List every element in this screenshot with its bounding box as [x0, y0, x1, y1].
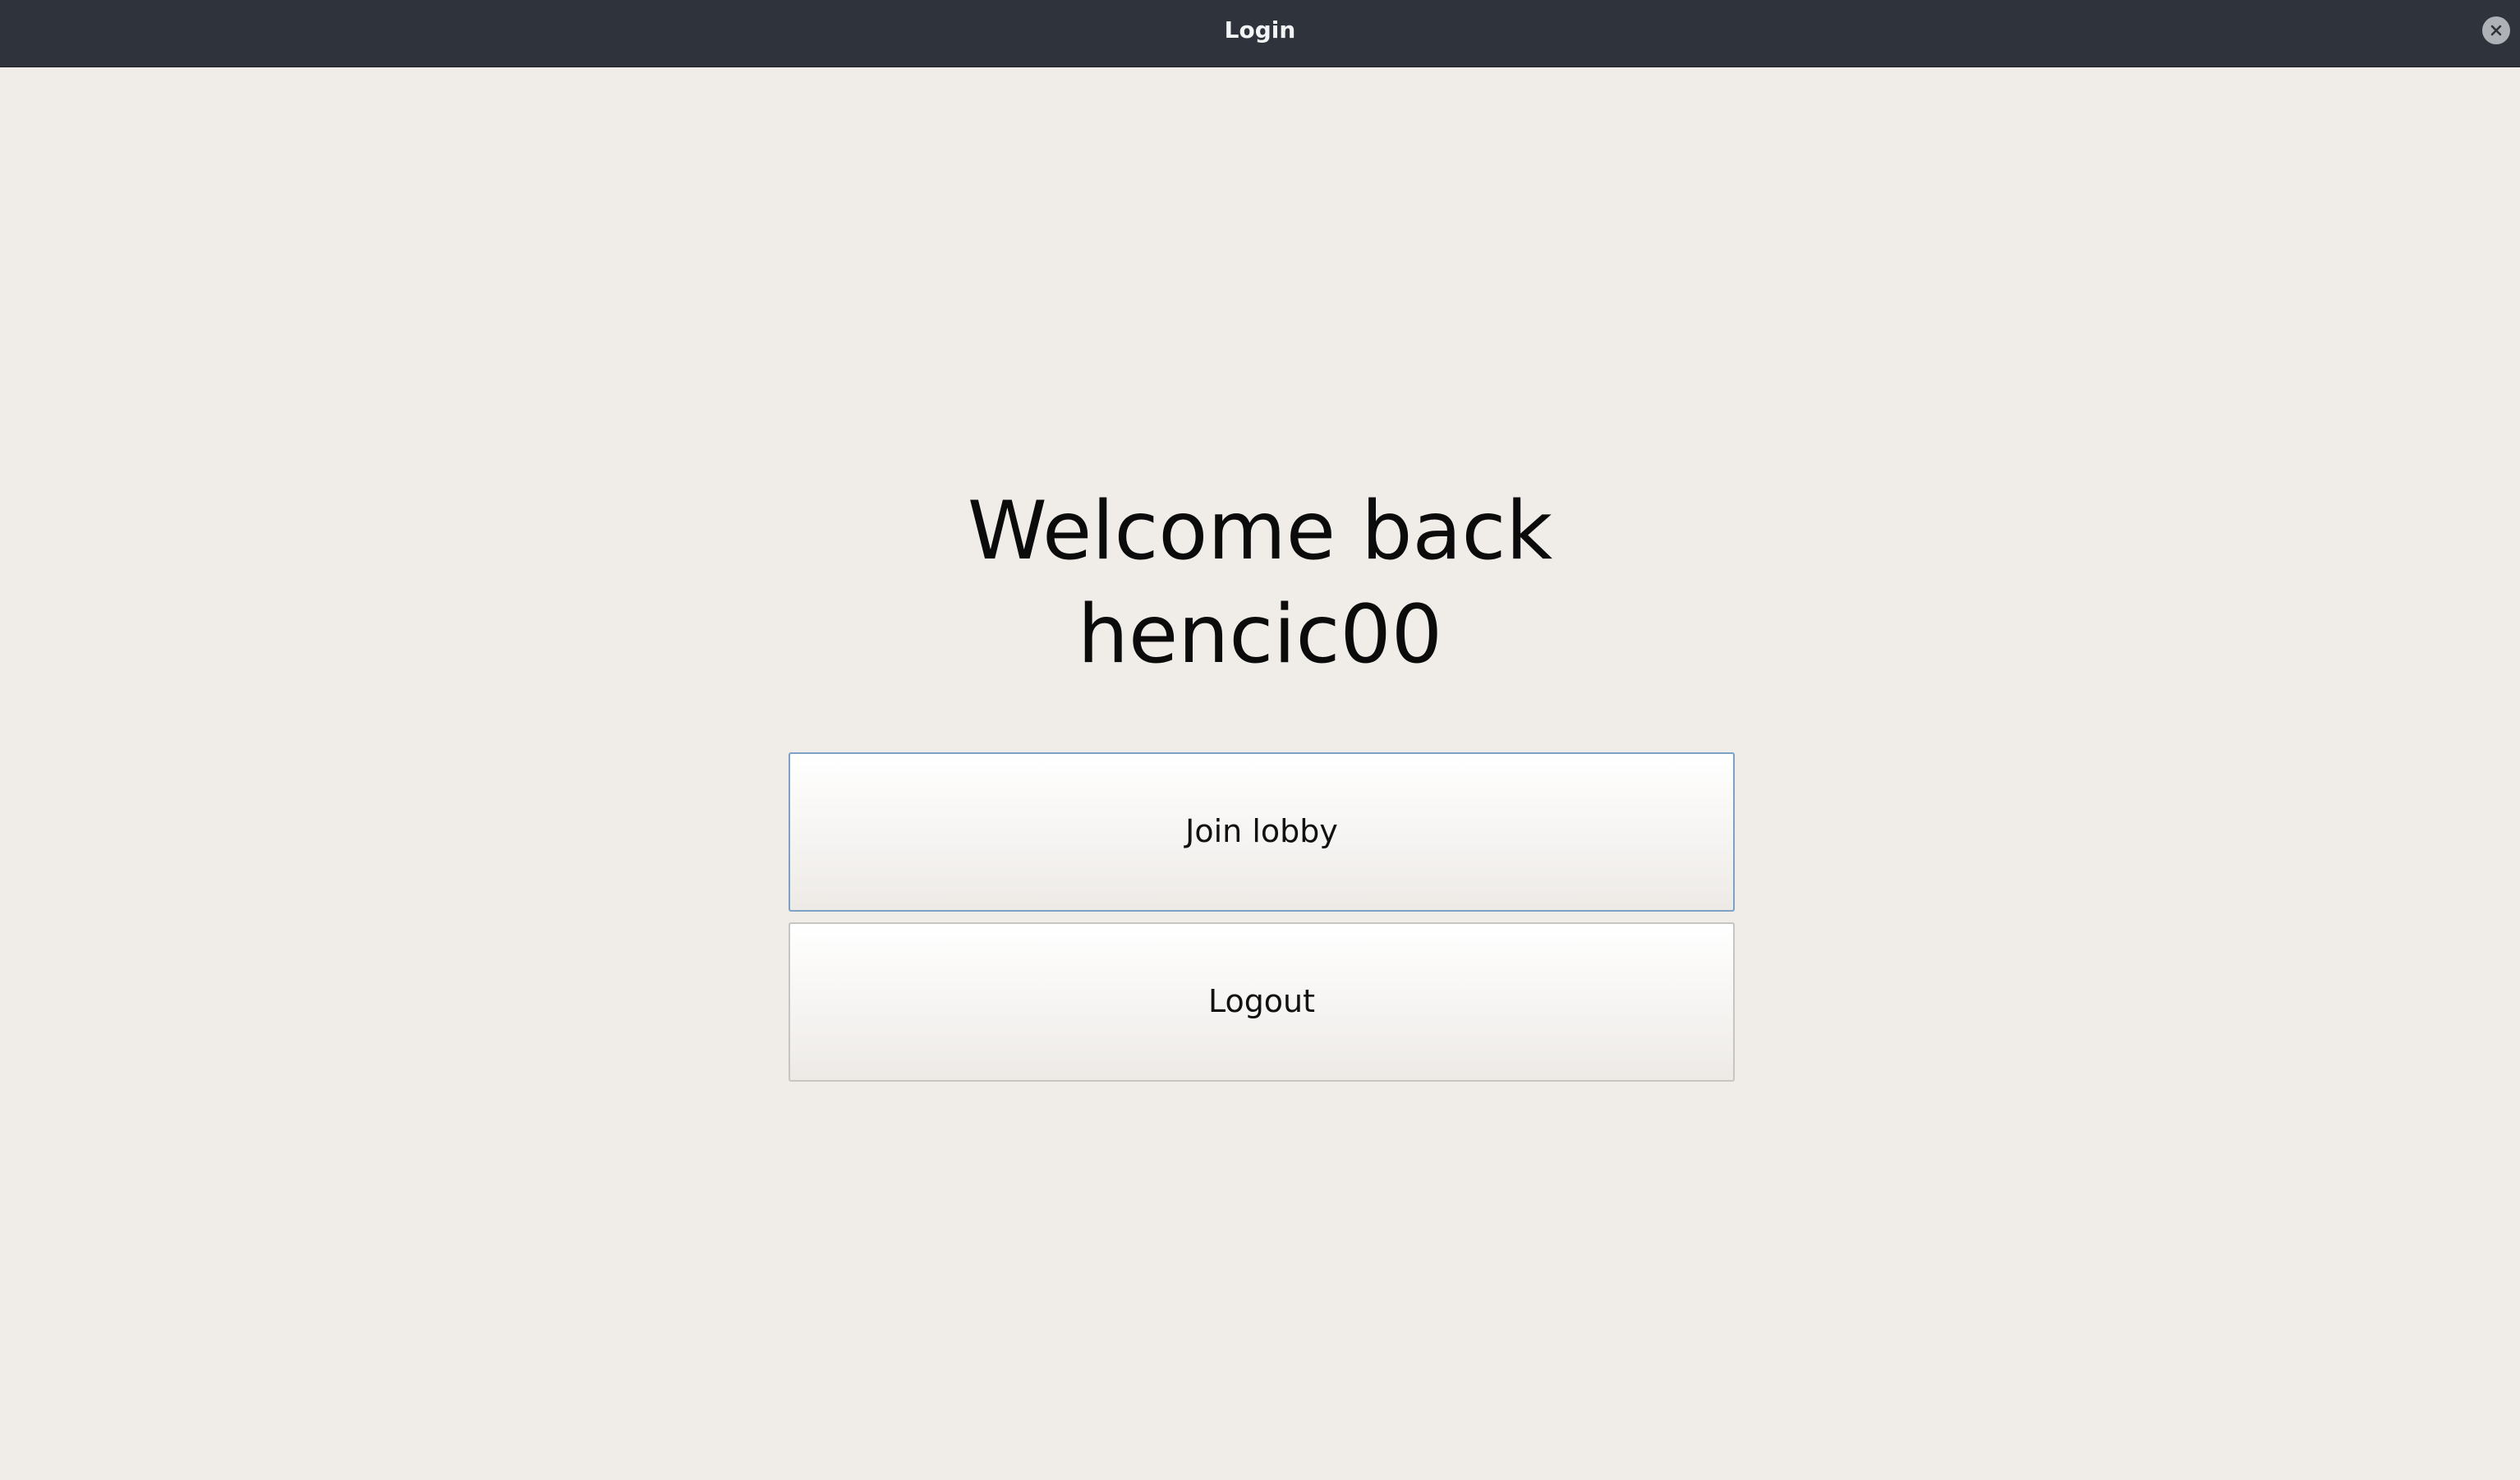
logout-button[interactable]: Logout — [789, 922, 1735, 1082]
username-text: hencic00 — [1077, 588, 1443, 682]
main-content: Welcome back hencic00 Join lobby Logout — [0, 67, 2520, 1480]
close-button[interactable] — [2482, 16, 2510, 44]
welcome-text: Welcome back — [967, 485, 1553, 578]
join-lobby-button[interactable]: Join lobby — [789, 752, 1735, 912]
close-icon — [2490, 25, 2502, 36]
welcome-heading: Welcome back hencic00 — [0, 480, 2520, 687]
login-window: Login Welcome back hencic00 Join lobby L… — [0, 0, 2520, 1480]
window-titlebar[interactable]: Login — [0, 0, 2520, 67]
window-title: Login — [1224, 16, 1296, 44]
